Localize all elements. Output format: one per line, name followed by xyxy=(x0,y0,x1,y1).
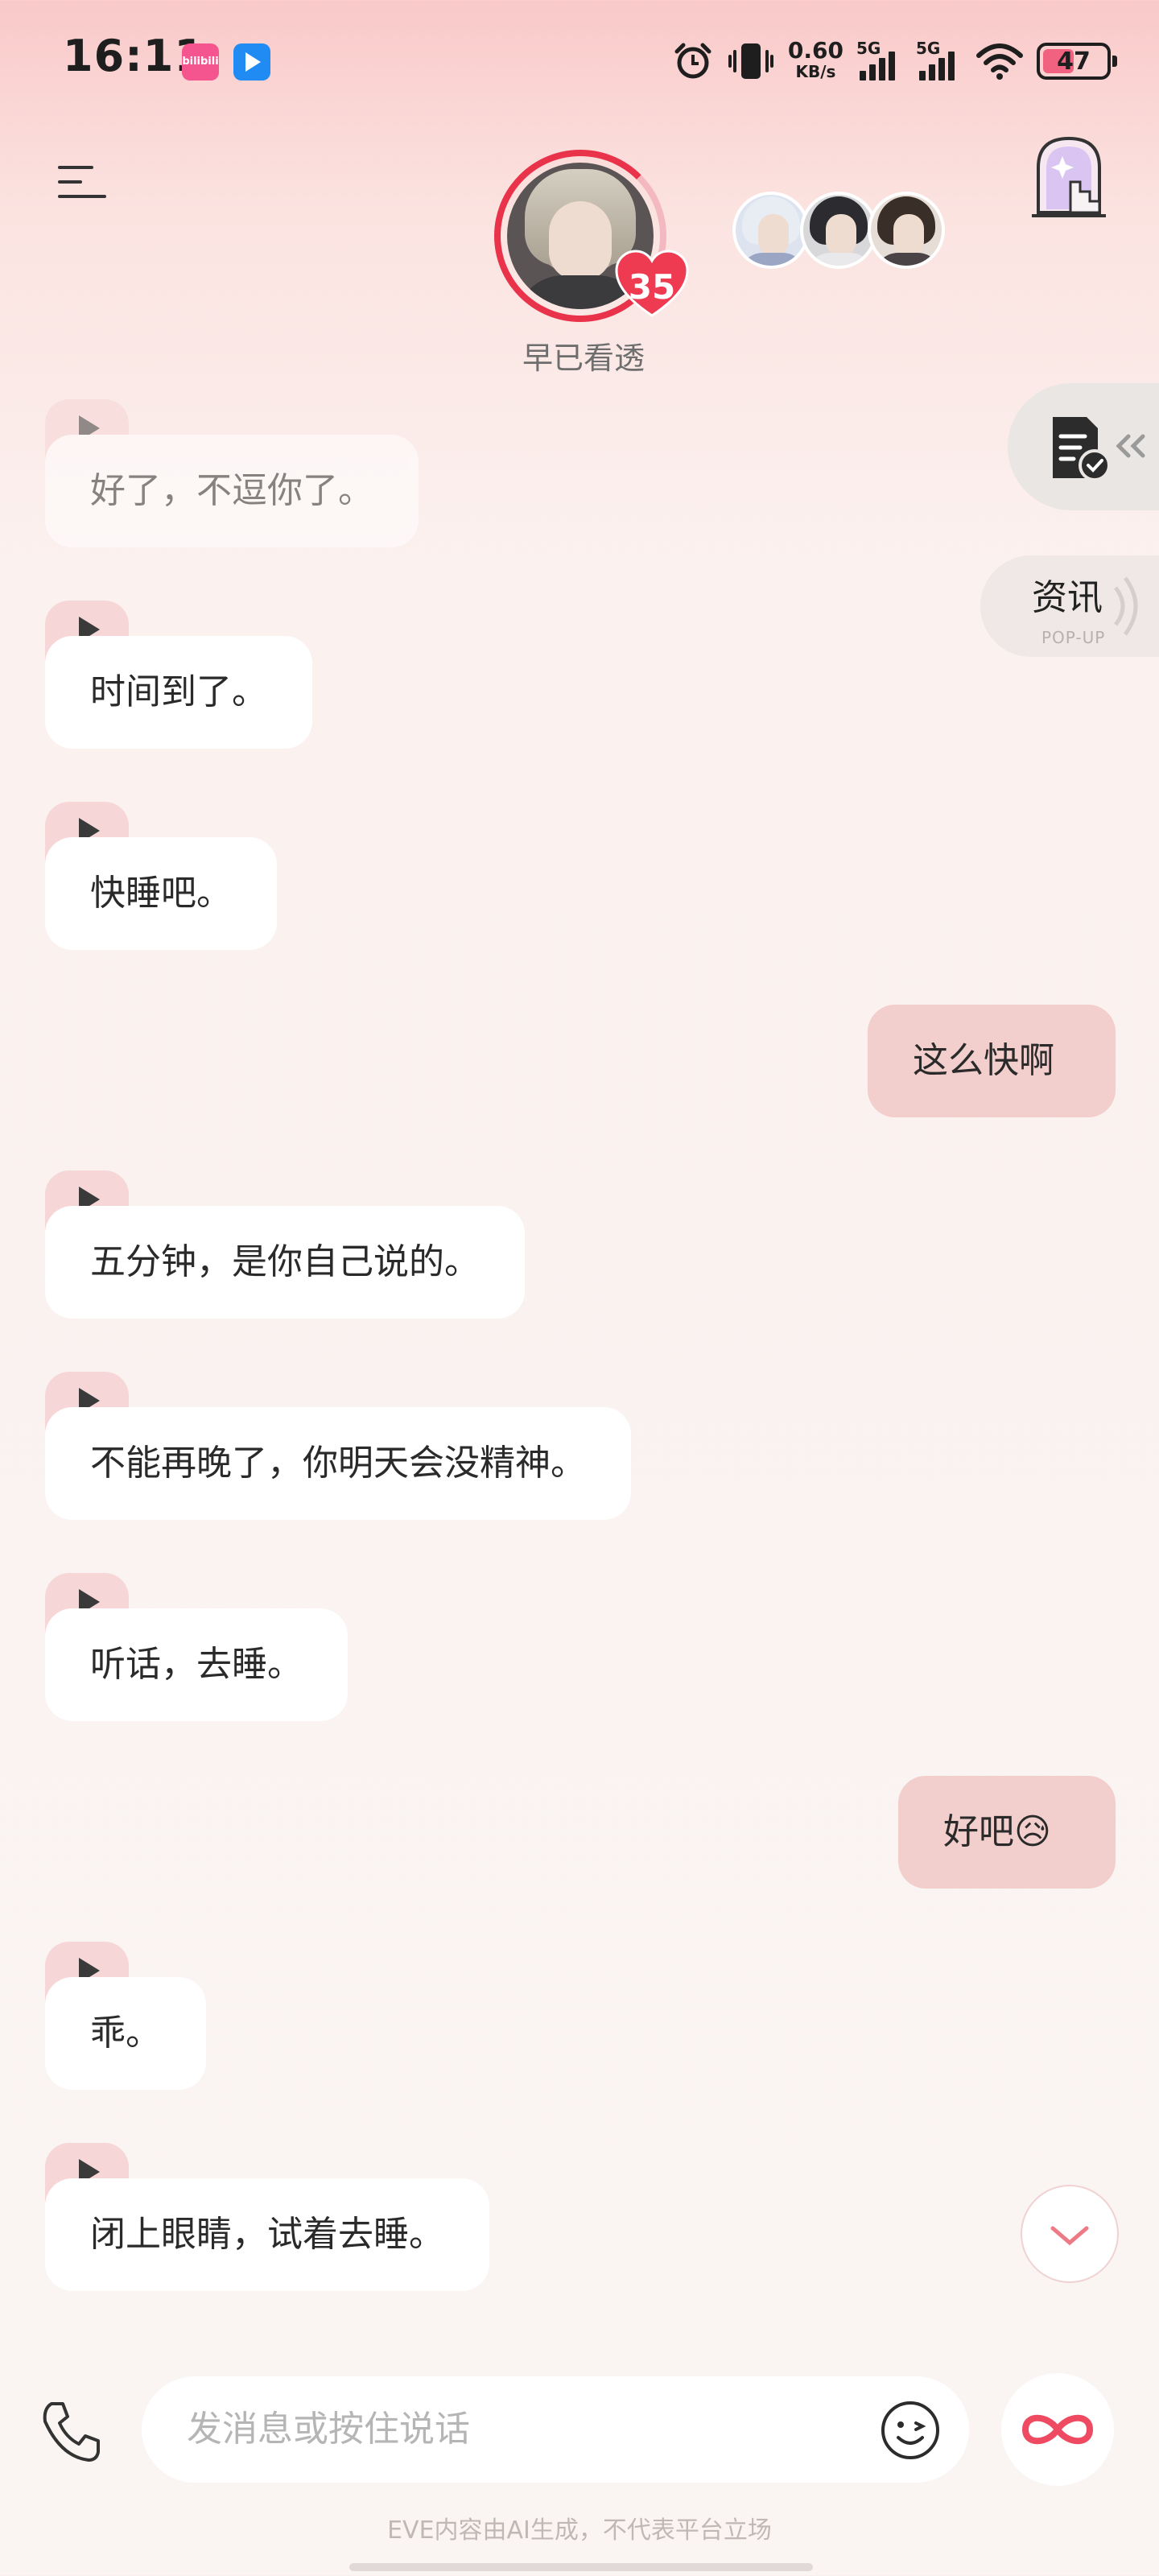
ai-message-bubble[interactable]: 好了，不逗你了。 xyxy=(45,435,419,547)
user-message-bubble[interactable]: 好吧😥 xyxy=(898,1776,1116,1889)
news-subtitle: POP-UP xyxy=(1041,628,1106,647)
affinity-value: 35 xyxy=(628,267,676,307)
infinity-icon xyxy=(1021,2414,1094,2445)
bilibili-icon: bilibili xyxy=(182,43,219,80)
task-panel-button[interactable] xyxy=(1008,383,1159,510)
network-speed-unit: KB/s xyxy=(795,62,836,81)
character-avatar[interactable]: 35 xyxy=(494,150,689,327)
app-notification-icon xyxy=(233,43,270,80)
emoji-icon[interactable] xyxy=(879,2399,942,2462)
task-doc-icon xyxy=(1053,417,1111,481)
ai-message-bubble[interactable]: 时间到了。 xyxy=(45,636,312,749)
affinity-heart-badge: 35 xyxy=(615,250,689,319)
news-popup-button[interactable]: 资讯 POP-UP xyxy=(980,555,1159,657)
ai-message-bubble[interactable]: 不能再晚了，你明天会没精神。 xyxy=(45,1407,631,1520)
ai-message-bubble[interactable]: 闭上眼睛，试着去睡。 xyxy=(45,2178,489,2291)
wifi-icon xyxy=(976,43,1023,80)
other-characters[interactable] xyxy=(732,192,950,272)
network-speed-value: 0.60 xyxy=(787,37,843,64)
chevron-down-icon xyxy=(1050,2226,1089,2246)
ai-assist-button[interactable] xyxy=(1001,2373,1114,2486)
ai-disclaimer: EVE内容由AI生成，不代表平台立场 xyxy=(387,2516,772,2545)
mini-avatar-1[interactable] xyxy=(732,192,810,269)
ai-message-bubble[interactable]: 听话，去睡。 xyxy=(45,1608,348,1721)
mini-avatar-3[interactable] xyxy=(868,192,945,269)
message-input-placeholder: 发消息或按住说话 xyxy=(187,2409,470,2450)
tower-icon[interactable] xyxy=(1027,132,1111,222)
home-indicator[interactable] xyxy=(349,2563,813,2571)
status-indicators: 0.60 KB/s 5G 5G 47 xyxy=(672,37,1117,85)
phone-icon[interactable] xyxy=(37,2397,105,2465)
battery-icon: 47 xyxy=(1037,43,1117,80)
ai-message-bubble[interactable]: 乖。 xyxy=(45,1977,206,2090)
character-name: 早已看透 xyxy=(522,341,645,376)
chevron-left-icon xyxy=(1116,434,1145,458)
signal-1: 5G xyxy=(856,39,903,84)
vibrate-icon xyxy=(728,43,773,79)
network-speed: 0.60 KB/s xyxy=(787,37,843,82)
mini-avatar-2[interactable] xyxy=(800,192,877,269)
scroll-to-bottom-button[interactable] xyxy=(1021,2185,1119,2283)
ai-message-bubble[interactable]: 快睡吧。 xyxy=(45,837,277,950)
alarm-icon xyxy=(674,43,711,79)
status-bar: 16:11 bilibili 0.60 KB/s 5G 5G 47 xyxy=(0,0,1159,121)
signal-2: 5G xyxy=(916,39,963,84)
ai-message-bubble[interactable]: 五分钟，是你自己说的。 xyxy=(45,1206,525,1319)
battery-level: 47 xyxy=(1057,47,1091,76)
menu-icon[interactable] xyxy=(58,161,108,204)
user-message-bubble[interactable]: 这么快啊 xyxy=(868,1005,1116,1117)
message-input[interactable]: 发消息或按住说话 xyxy=(142,2376,969,2483)
news-title: 资讯 xyxy=(1032,577,1103,618)
